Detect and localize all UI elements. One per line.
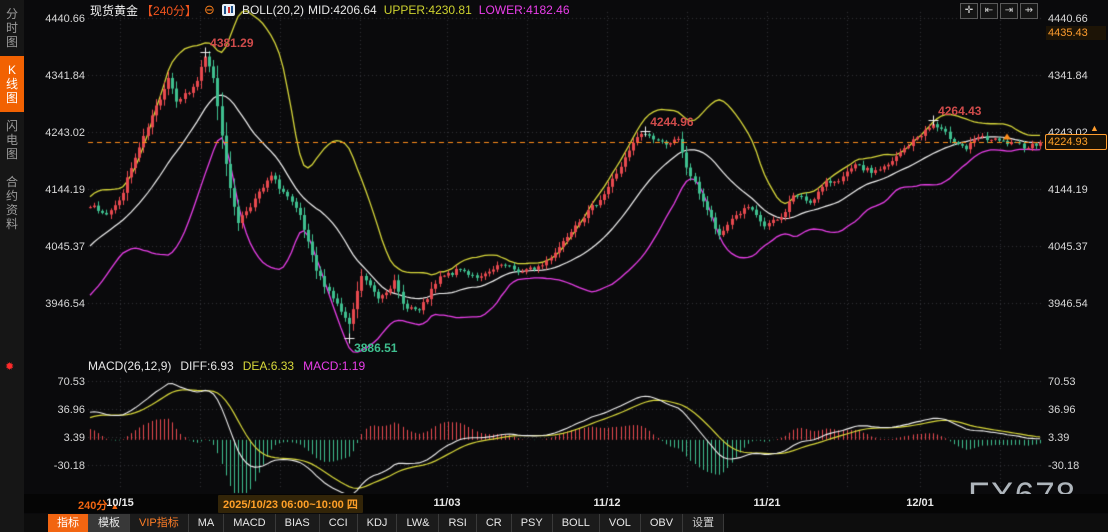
toolbar-item-vipxx[interactable]: VIP指标 [130, 514, 189, 532]
chart-tool-icons: ✛⇤⇥⇸ [960, 3, 1038, 19]
toolbar-item-cr[interactable]: CR [477, 514, 512, 532]
macd-diff: DIFF:6.93 [180, 359, 233, 373]
toolbar-item-bias[interactable]: BIAS [276, 514, 320, 532]
price-annotation-high: 4264.43 [938, 104, 981, 118]
date-tick-label: 10/15 [106, 497, 134, 509]
price-up-arrow-icon: ▲ [1090, 123, 1099, 133]
sidebar-tab-label: 合约资料 [6, 175, 19, 231]
macd-axis-label: 70.53 [33, 376, 85, 388]
session-high-label: 4435.43 [1046, 26, 1106, 40]
toolbar-item-lwx[interactable]: LW& [397, 514, 439, 532]
collapse-icon[interactable]: ⊖ [204, 2, 215, 18]
toolbar-item-xx[interactable]: 模板 [89, 514, 130, 532]
toolbar-item-obv[interactable]: OBV [641, 514, 683, 532]
price-axis-label: 3946.54 [33, 298, 85, 310]
date-tick-label: 11/12 [594, 497, 621, 509]
chart-canvas[interactable] [0, 0, 1108, 532]
toolbar-item-cci[interactable]: CCI [320, 514, 358, 532]
date-tick-label: 11/21 [754, 497, 781, 509]
macd-axis-label: 70.53 [1048, 376, 1076, 388]
period-text: 240分 [78, 500, 107, 512]
date-tick-label: 11/03 [434, 497, 461, 509]
macd-axis-label: 3.39 [1048, 432, 1069, 444]
price-annotation-high: 4381.29 [210, 36, 253, 50]
sidebar-tab-2[interactable]: K线图 [0, 56, 24, 112]
date-tick-label: 12/01 [906, 497, 934, 509]
macd-params: MACD(26,12,9) [88, 359, 171, 373]
left-sidebar: 分时图 K线图闪电图合约资料 ✹ [0, 0, 24, 532]
toolbar-item-ma[interactable]: MA [189, 514, 225, 532]
boll-mid: MID:4206.64 [308, 3, 377, 17]
date-axis-row: 240分 ▲ 2025/10/23 06:00~10:00 四 10/1511/… [24, 494, 1108, 513]
price-annotation-high: 4244.96 [650, 115, 693, 129]
macd-header: MACD(26,12,9) DIFF:6.93 DEA:6.33 MACD:1.… [88, 359, 365, 373]
toolbar-item-xx[interactable]: 设置 [683, 514, 724, 532]
kline-icon [222, 4, 235, 16]
price-axis-label: 3946.54 [1048, 298, 1088, 310]
macd-axis-label: 36.96 [33, 404, 85, 416]
boll-params: BOLL(20,2) [242, 3, 304, 17]
sidebar-tab-label: K线图 [6, 63, 19, 105]
price-axis-label: 4144.19 [33, 184, 85, 196]
price-axis-label: 4341.84 [1048, 70, 1088, 82]
scale-left-axis-icon[interactable]: ⇤ [980, 3, 998, 19]
price-axis-label: 4243.02 [33, 127, 85, 139]
sidebar-tab-1[interactable]: 分时图 [0, 0, 24, 56]
sidebar-tab-4[interactable]: 合约资料 [0, 168, 24, 238]
price-axis-label: 4440.66 [1048, 13, 1088, 25]
price-axis-label: 4045.37 [1048, 241, 1088, 253]
macd-dea: DEA:6.33 [243, 359, 294, 373]
last-price-box: 4224.93 [1045, 134, 1107, 150]
macd-axis-label: -30.18 [33, 460, 85, 472]
scale-right-axis-icon[interactable]: ⇥ [1000, 3, 1018, 19]
crosshair-date-label: 2025/10/23 06:00~10:00 四 [218, 495, 363, 513]
chart-header: 现货黄金 【240分】 ⊖ BOLL(20,2) MID:4206.64 UPP… [90, 2, 570, 18]
macd-axis-label: -30.18 [1048, 460, 1079, 472]
indicator-toolbar: 指标模板VIP指标MAMACDBIASCCIKDJLW&RSICRPSYBOLL… [24, 514, 1108, 532]
macd-axis-label: 3.39 [33, 432, 85, 444]
toolbar-item-macd[interactable]: MACD [224, 514, 275, 532]
price-annotation-low: 3886.51 [354, 341, 397, 355]
price-axis-label: 4440.66 [33, 13, 85, 25]
toolbar-item-kdj[interactable]: KDJ [358, 514, 398, 532]
symbol-name: 现货黄金 [90, 2, 138, 19]
sidebar-tab-label: 分时图 [6, 7, 19, 49]
toolbar-item-vol[interactable]: VOL [600, 514, 641, 532]
toolbar-item-boll[interactable]: BOLL [553, 514, 600, 532]
boll-upper: UPPER:4230.81 [384, 3, 472, 17]
price-axis-label: 4341.84 [33, 70, 85, 82]
trading-app: 分时图 K线图闪电图合约资料 ✹ 现货黄金 【240分】 ⊖ BOLL(20,2)… [0, 0, 1108, 532]
toolbar-item-xx[interactable]: 指标 [48, 514, 89, 532]
sidebar-tab-3[interactable]: 闪电图 [0, 112, 24, 168]
sidebar-tab-label: 闪电图 [6, 119, 19, 161]
toolbar-item-psy[interactable]: PSY [512, 514, 553, 532]
price-axis-label: 4144.19 [1048, 184, 1088, 196]
toolbar-item-rsi[interactable]: RSI [439, 514, 476, 532]
move-chart-icon[interactable]: ✛ [960, 3, 978, 19]
macd-value: MACD:1.19 [303, 359, 365, 373]
shift-chart-icon[interactable]: ⇸ [1020, 3, 1038, 19]
price-axis-label: 4045.37 [33, 241, 85, 253]
boll-lower: LOWER:4182.46 [479, 3, 570, 17]
period-label: 【240分】 [141, 2, 197, 19]
macd-axis-label: 36.96 [1048, 404, 1076, 416]
live-quotes-icon: ✹ [5, 360, 14, 373]
